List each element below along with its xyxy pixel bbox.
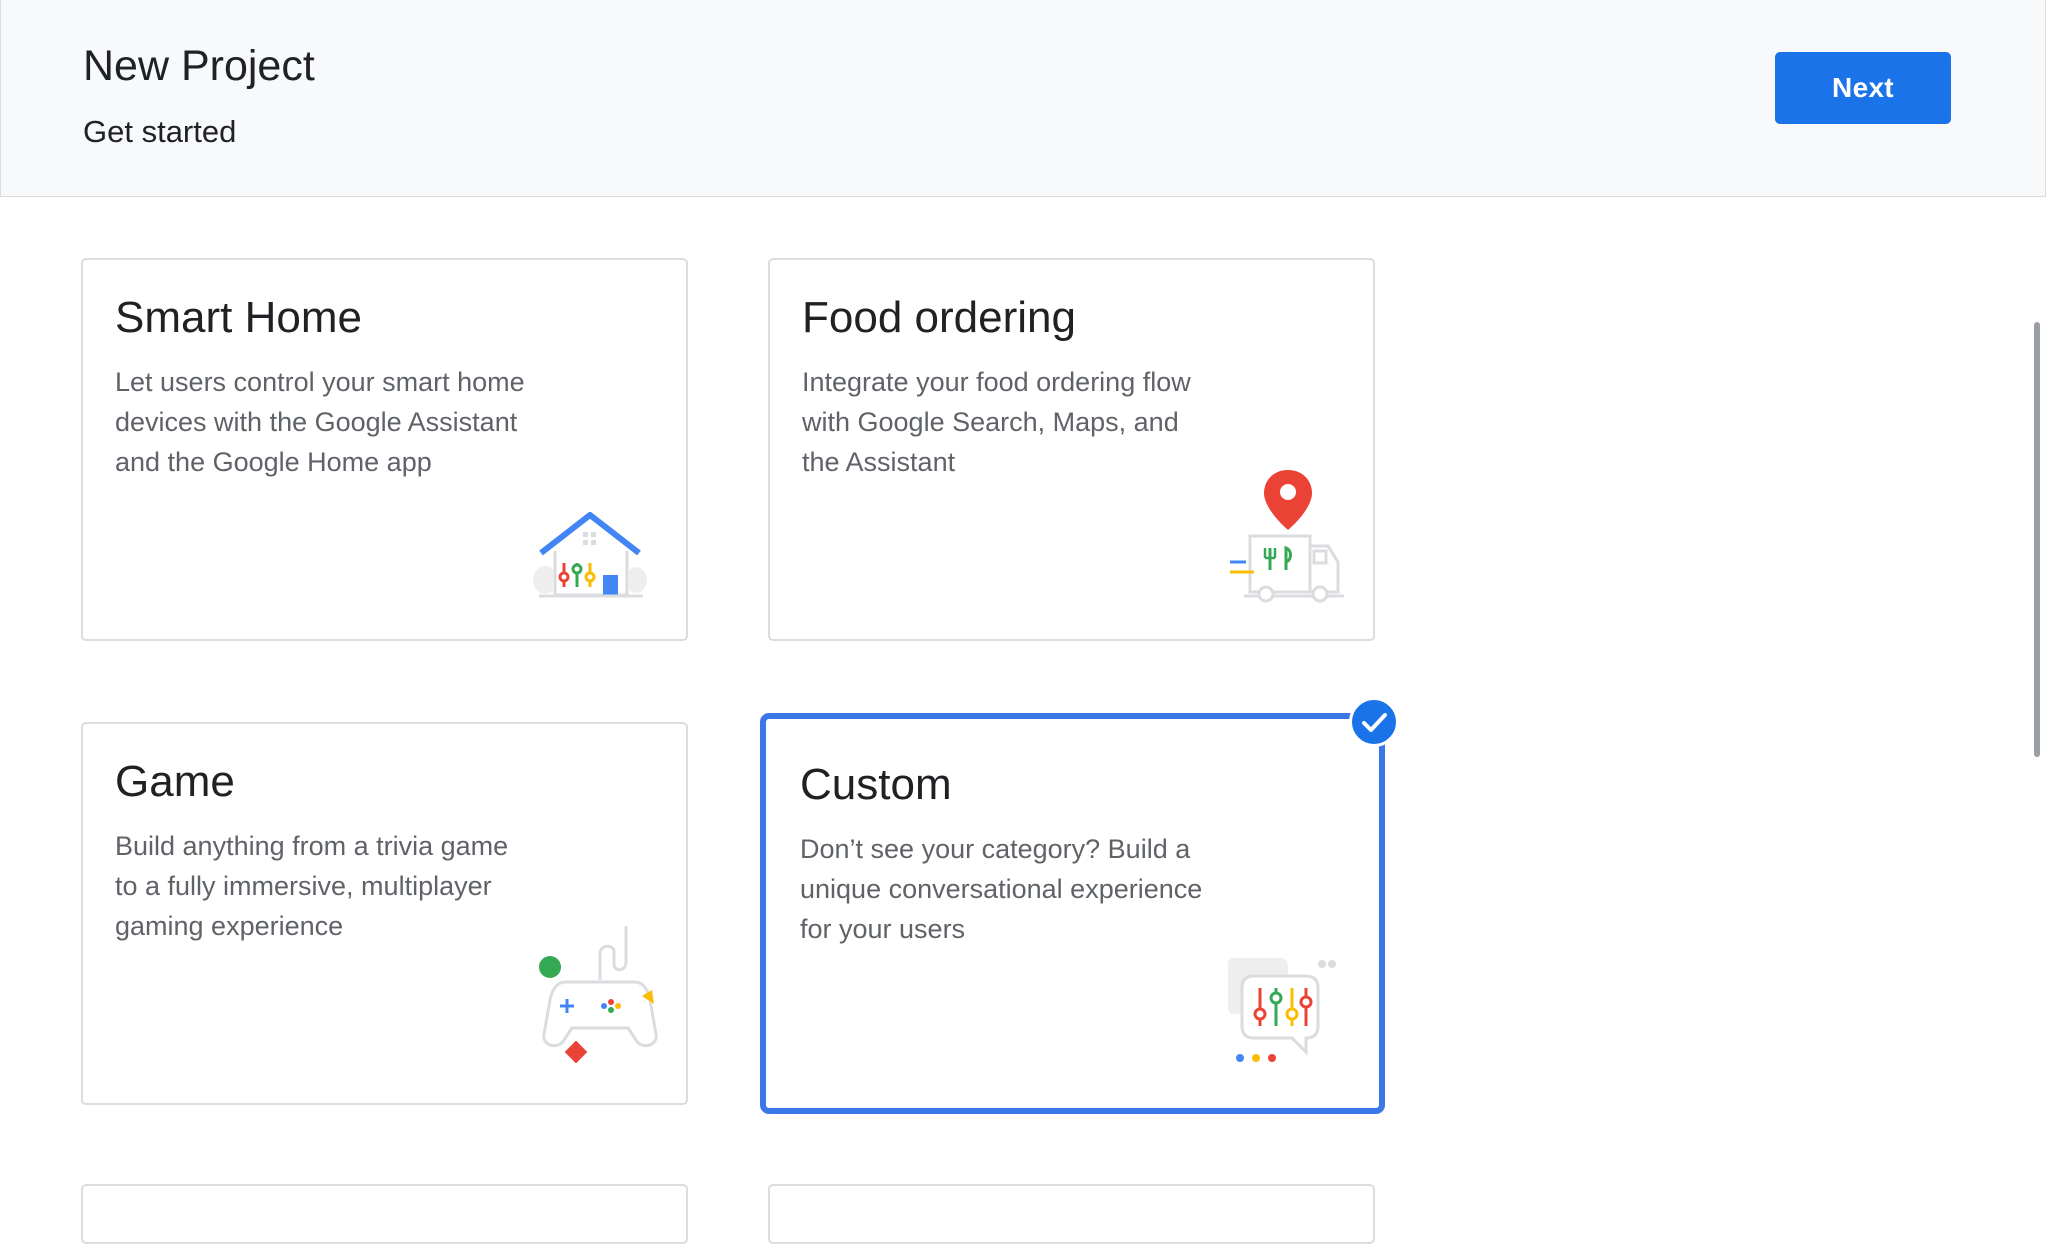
scrollbar[interactable] [2034,322,2040,757]
card-description: Integrate your food ordering flow with G… [802,367,1191,477]
card-description: Let users control your smart home device… [115,367,525,477]
card-smart-home[interactable]: Smart Home Let users control your smart … [81,258,688,641]
card-description: Build anything from a trivia game to a f… [115,831,509,941]
card-partial[interactable] [81,1184,688,1244]
card-title: Game [115,757,235,806]
card-description: Don’t see your category? Build a unique … [800,834,1203,944]
page-subtitle: Get started [83,114,237,149]
selected-check-icon [1349,697,1399,747]
page-header: New Project Get started Next [0,0,2046,197]
page-title: New Project [83,42,315,90]
card-title: Custom [800,760,952,809]
card-game[interactable]: Game Build anything from a trivia game t… [81,722,688,1105]
next-button[interactable]: Next [1775,52,1951,124]
custom-chat-icon [1228,958,1336,1062]
card-title: Smart Home [115,293,362,342]
game-controller-icon [539,926,658,1064]
card-custom[interactable]: Custom Don’t see your category? Build a … [760,713,1385,1114]
card-partial[interactable] [768,1184,1375,1244]
card-title: Food ordering [802,293,1076,342]
food-truck-icon [1230,470,1344,603]
smart-home-icon [533,512,647,598]
card-food-ordering[interactable]: Food ordering Integrate your food orderi… [768,258,1375,641]
